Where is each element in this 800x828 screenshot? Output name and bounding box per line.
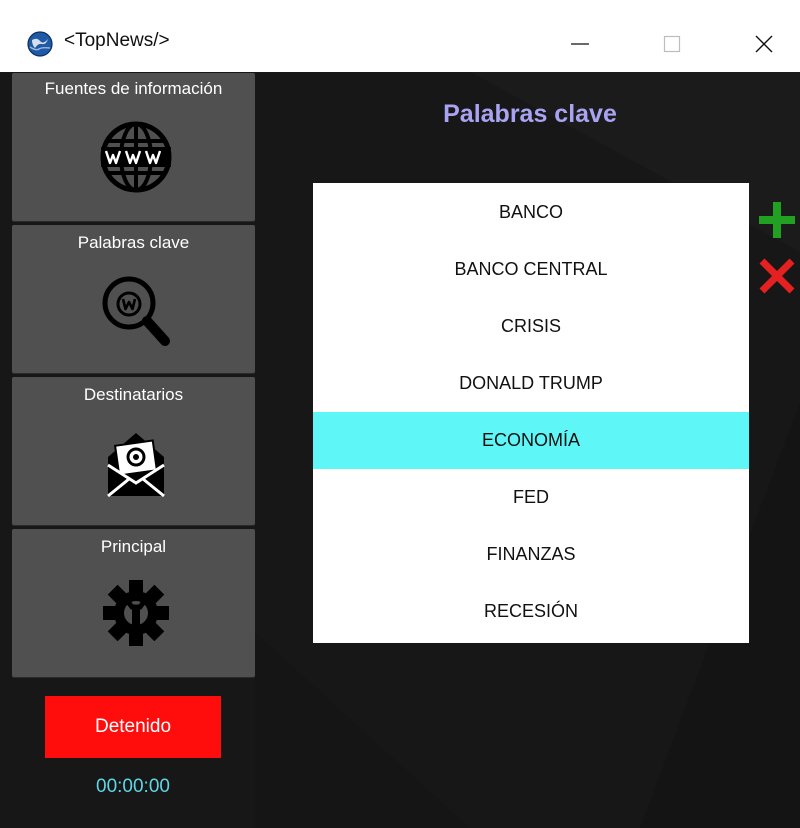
status-stopped-button[interactable]: Detenido [45,696,221,758]
maximize-icon [663,35,681,53]
keyword-list-item[interactable]: FINANZAS [313,526,749,583]
keyword-list-item[interactable]: DONALD TRUMP [313,355,749,412]
window-title: <TopNews/> [64,30,170,51]
sidebar-item-palabras-clave[interactable]: Palabras clave [12,225,255,373]
keyword-list-item-selected[interactable]: ECONOMÍA [313,412,749,469]
minimize-button[interactable] [560,24,600,64]
x-icon [759,258,795,294]
keyword-list-item[interactable]: RECESIÓN [313,583,749,640]
email-envelope-icon [107,433,165,498]
sidebar-item-label: Fuentes de información [44,79,223,98]
sidebar-item-label: Principal [100,537,167,556]
sidebar-item-label: Destinatarios [83,385,184,404]
app-globe-icon [27,31,53,57]
sidebar-item-principal[interactable]: Principal [12,529,255,677]
globe-www-icon [100,121,172,193]
keyword-list-item[interactable]: CRISIS [313,298,749,355]
page-title: Palabras clave [443,100,617,128]
main-area: Fuentes de información Palabras clave De… [0,72,800,828]
sidebar-item-label: Palabras clave [77,233,190,252]
keyword-search-icon [102,276,170,346]
app-window: <TopNews/> Fuentes de información Palabr… [0,0,800,828]
sidebar-item-destinatarios[interactable]: Destinatarios [12,377,255,525]
sidebar-item-fuentes[interactable]: Fuentes de información [12,73,255,221]
keyword-list-item[interactable]: BANCO CENTRAL [313,241,749,298]
keyword-list-item[interactable]: BANCO [313,184,749,241]
minimize-icon [571,43,589,45]
keyword-list-item[interactable]: FED [313,469,749,526]
close-icon [755,35,773,53]
add-keyword-button[interactable] [757,200,797,240]
title-bar: <TopNews/> [0,0,800,72]
close-button[interactable] [744,24,784,64]
remove-keyword-button[interactable] [757,256,797,296]
maximize-button[interactable] [652,24,692,64]
keyword-list[interactable]: BANCO BANCO CENTRAL CRISIS DONALD TRUMP … [313,183,749,643]
plus-icon [759,202,795,238]
gear-wrench-icon [103,580,169,646]
elapsed-timer: 00:00:00 [96,776,170,797]
